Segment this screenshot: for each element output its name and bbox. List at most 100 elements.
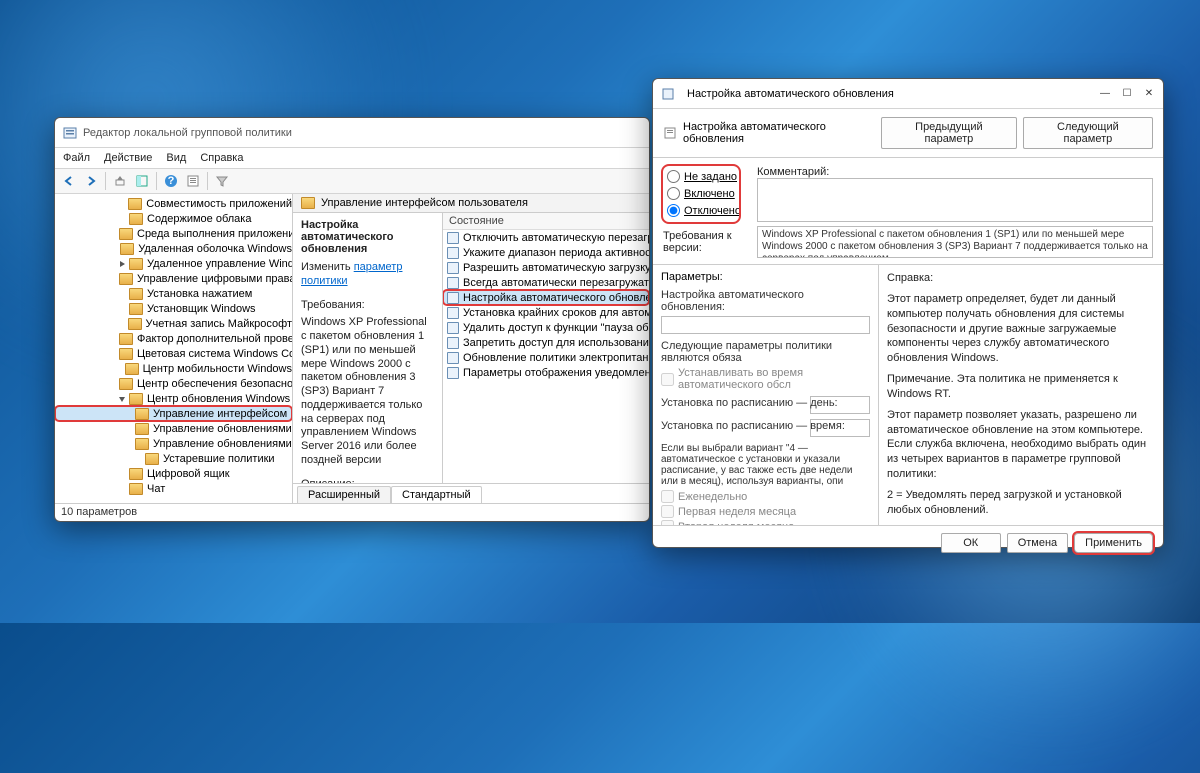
tree-item[interactable]: Управление обновлениями, пре [55,436,292,451]
tree-item[interactable]: Цифровой ящик [55,466,292,481]
setting-row[interactable]: Установка крайних сроков для автома [443,305,649,320]
setting-row[interactable]: Запретить доступ для использования в [443,335,649,350]
folder-icon [125,363,139,375]
setting-row[interactable]: Укажите диапазон периода активности [443,245,649,260]
tree-item[interactable]: Содержимое облака [55,211,292,226]
apply-button[interactable]: Применить [1074,533,1153,553]
gpedit-window: Редактор локальной групповой политики Фа… [54,117,650,522]
minimize-icon[interactable]: — [1099,88,1111,100]
ok-button[interactable]: ОК [941,533,1001,553]
setting-row[interactable]: Параметры отображения уведомления [443,365,649,380]
tree-item[interactable]: Устаревшие политики [55,451,292,466]
folder-icon [119,228,133,240]
tree-item[interactable]: Цветовая система Windows Color Sy [55,346,292,361]
folder-icon [145,453,159,465]
menu-action[interactable]: Действие [104,152,152,164]
tree-item-label: Фактор дополнительной проверки п [137,333,292,345]
update-config-select[interactable] [661,316,870,334]
properties-icon[interactable] [183,171,203,191]
tree-item[interactable]: Установщик Windows [55,301,292,316]
tree-item-label: Центр мобильности Windows [143,363,292,375]
requirements-box: Windows XP Professional с пакетом обновл… [757,226,1153,258]
tree-item[interactable]: Удаленное управление Windows [55,256,292,271]
gpedit-menubar: Файл Действие Вид Справка [55,148,649,168]
tree-item[interactable]: Удаленная оболочка Windows [55,241,292,256]
tree-item[interactable]: Центр мобильности Windows [55,361,292,376]
settings-state-col[interactable]: Состояние [443,213,649,230]
tree-item[interactable]: Среда выполнения приложения [55,226,292,241]
tree-item-label: Устаревшие политики [163,453,275,465]
settings-list[interactable]: Состояние Отключить автоматическую перез… [443,213,649,483]
show-hide-icon[interactable] [132,171,152,191]
dialog-footer: ОК Отмена Применить [653,525,1163,559]
tree-item[interactable]: Фактор дополнительной проверки п [55,331,292,346]
up-icon[interactable] [110,171,130,191]
setting-icon [447,367,459,379]
menu-help[interactable]: Справка [200,152,243,164]
radio-enabled[interactable]: Включено [667,187,735,200]
setting-label: Отключить автоматическую перезагруз [463,232,649,244]
desc-title: Настройка автоматического обновления [301,219,434,255]
setting-icon [447,232,459,244]
state-radio-group: Не задано Включено Отключено [663,166,739,222]
gpedit-content: Управление интерфейсом пользователя Наст… [293,194,649,503]
setting-icon [447,322,459,334]
menu-file[interactable]: Файл [63,152,90,164]
setting-row[interactable]: Настройка автоматического обновле [443,290,649,305]
radio-disabled[interactable]: Отключено [667,204,735,217]
setting-label: Настройка автоматического обновле [463,292,649,304]
content-tabs: Расширенный Стандартный [293,483,649,503]
dialog-title: Настройка автоматического обновления [687,88,894,100]
tree-item[interactable]: Учетная запись Майкрософт [55,316,292,331]
svg-text:?: ? [168,175,175,187]
chk-first-week[interactable]: Первая неделя месяца [661,505,870,518]
help-icon[interactable]: ? [161,171,181,191]
tree-item[interactable]: Центр обеспечения безопасности [55,376,292,391]
tree-item[interactable]: Чат [55,481,292,496]
comment-textarea[interactable] [757,178,1153,222]
next-setting-button[interactable]: Следующий параметр [1023,117,1153,149]
comment-label: Комментарий: [757,166,1153,178]
tree-item[interactable]: Управление интерфейсом польз [55,406,292,421]
chk-weekly[interactable]: Еженедельно [661,490,870,503]
folder-icon [301,197,315,209]
help-label: Справка: [887,271,1155,286]
close-icon[interactable]: ✕ [1143,88,1155,100]
chk-second-week[interactable]: Вторая неделя месяца [661,520,870,525]
tree-item-label: Чат [147,483,165,495]
tree-item-label: Управление интерфейсом польз [153,408,292,420]
nav-fwd-icon[interactable] [81,171,101,191]
gpedit-titlebar[interactable]: Редактор локальной групповой политики [55,118,649,148]
tree-item[interactable]: Управление цифровыми правами Wi [55,271,292,286]
setting-row[interactable]: Обновление политики электропитания [443,350,649,365]
radio-not-configured[interactable]: Не задано [667,170,735,183]
tab-standard[interactable]: Стандартный [391,486,482,503]
setting-row[interactable]: Отключить автоматическую перезагруз [443,230,649,245]
menu-view[interactable]: Вид [166,152,186,164]
gpedit-tree[interactable]: Совместимость приложенийСодержимое облак… [55,194,293,503]
tree-item-label: Управление цифровыми правами Wi [137,273,292,285]
setting-icon [447,352,459,364]
gpedit-title: Редактор локальной групповой политики [83,127,292,139]
folder-icon [129,468,143,480]
cancel-button[interactable]: Отмена [1007,533,1068,553]
help-pane: Справка: Этот параметр определяет, будет… [879,265,1163,525]
tree-item[interactable]: Центр обновления Windows [55,391,292,406]
setting-row[interactable]: Удалить доступ к функции "пауза обно [443,320,649,335]
tree-item-label: Центр обеспечения безопасности [137,378,292,390]
chk-install-during-maintenance[interactable]: Устанавливать во время автоматического о… [661,367,870,391]
folder-icon [135,438,149,450]
dialog-titlebar[interactable]: Настройка автоматического обновления — ☐… [653,79,1163,109]
folder-icon [119,348,133,360]
maximize-icon[interactable]: ☐ [1121,88,1133,100]
setting-row[interactable]: Всегда автоматически перезагружаться [443,275,649,290]
tree-item[interactable]: Установка нажатием [55,286,292,301]
tab-extended[interactable]: Расширенный [297,486,391,503]
setting-row[interactable]: Разрешить автоматическую загрузку об [443,260,649,275]
nav-back-icon[interactable] [59,171,79,191]
dialog-subtitle: Настройка автоматического обновления [683,121,881,145]
filter-icon[interactable] [212,171,232,191]
tree-item[interactable]: Управление обновлениями, пре [55,421,292,436]
tree-item[interactable]: Совместимость приложений [55,196,292,211]
prev-setting-button[interactable]: Предыдущий параметр [881,117,1017,149]
